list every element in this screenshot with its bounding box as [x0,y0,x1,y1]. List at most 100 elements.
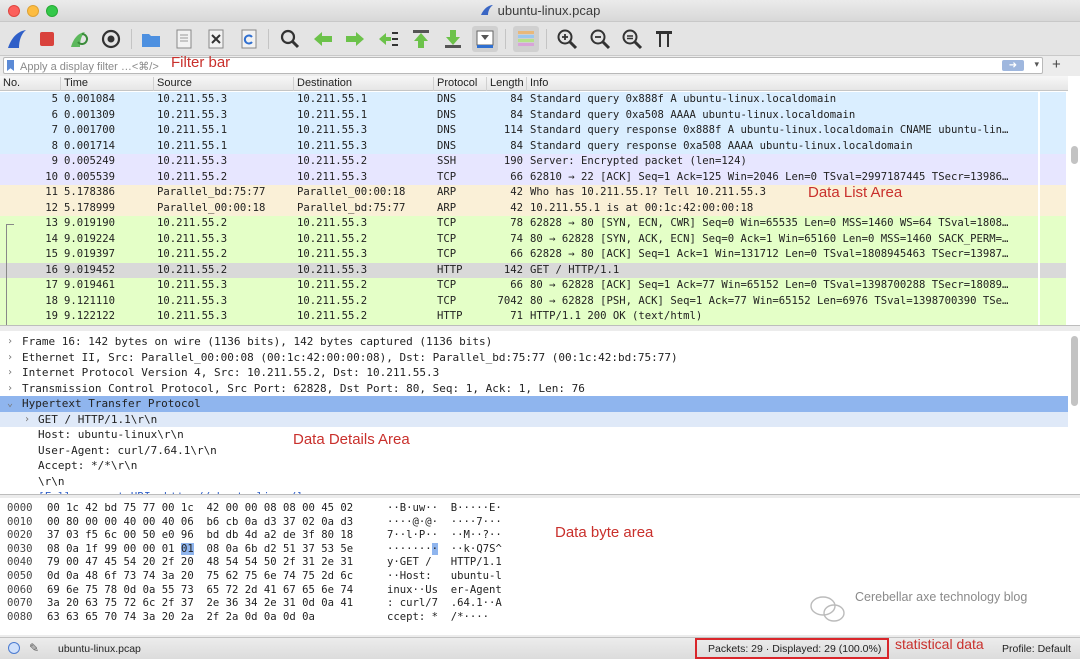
packet-cell-time: 5.178386 [64,186,116,198]
resize-columns-icon[interactable] [651,26,677,52]
chevron-down-icon[interactable]: ⌄ [7,396,13,412]
go-forward-icon[interactable] [342,26,368,52]
packet-row[interactable]: 14 9.019224 10.211.55.3 10.211.55.2 TCP 74 80 … [0,231,1038,247]
packet-cell-dst: 10.211.55.1 [297,108,368,121]
zoom-in-icon[interactable] [554,26,580,52]
packet-row[interactable]: 6 0.001309 10.211.55.3 10.211.55.1 DNS 84 Stan… [0,107,1038,123]
reload-icon[interactable] [236,26,262,52]
go-back-icon[interactable] [310,26,336,52]
packet-row[interactable]: 17 9.019461 10.211.55.3 10.211.55.2 TCP 66 80 … [0,278,1038,294]
details-tree-item[interactable]: › GET / HTTP/1.1\r\n [0,411,1068,428]
byte-hex: 63 63 65 70 74 3a 20 2a 2f 2a 0d 0a 0d 0… [47,610,315,623]
restart-capture-icon[interactable] [66,26,92,52]
apply-filter-arrow-icon[interactable]: ➜ [1002,60,1024,71]
chevron-right-icon[interactable]: › [7,350,13,366]
details-tree-item[interactable]: \r\n [0,474,1068,490]
chevron-right-icon[interactable]: › [7,334,13,350]
packet-cell-len: 114 [503,124,523,136]
packet-list[interactable]: No. Time Source Destination Protocol Len… [0,76,1080,326]
open-folder-icon[interactable] [138,26,164,52]
details-tree-text: GET / HTTP/1.1\r\n [38,412,158,426]
packet-cell-proto: ARP [437,186,457,198]
packet-bytes-pane[interactable]: 0000 00 1c 42 bd 75 77 00 1c 42 00 00 08 … [0,498,1080,635]
packet-row[interactable]: 12 5.178999 Parallel_00:00:18 Parallel_bd:7… [0,200,1038,216]
packet-row[interactable]: 15 9.019397 10.211.55.2 10.211.55.3 TCP 66 628… [0,247,1038,263]
details-scrollbar[interactable] [1071,336,1078,406]
save-file-icon[interactable] [171,26,197,52]
packet-row[interactable]: 10 0.005539 10.211.55.2 10.211.55.3 TCP 66 628… [0,169,1038,185]
byte-row[interactable]: 0020 37 03 f5 6c 00 50 e0 96 bd db 4d a2 … [0,529,560,543]
packet-cell-src: 10.211.55.2 [157,325,293,326]
capture-comment-icon[interactable]: ✎ [29,641,39,655]
find-icon[interactable] [277,26,303,52]
status-profile[interactable]: Profile: Default [1002,643,1071,655]
details-tree-text: Internet Protocol Version 4, Src: 10.211… [22,366,440,379]
last-packet-icon[interactable] [440,26,466,52]
display-filter-input[interactable]: Apply a display filter …<⌘/> ➜ ▾ [3,57,1043,74]
column-header-no[interactable]: No. [0,77,20,91]
annotation-data-list-area: Data List Area [808,184,903,201]
stop-capture-icon[interactable] [34,26,60,52]
byte-row[interactable]: 0000 00 1c 42 bd 75 77 00 1c 42 00 00 08 … [0,502,560,516]
packet-row[interactable]: 13 9.019190 10.211.55.2 10.211.55.3 TCP 78 628… [0,216,1038,232]
status-file-name: ubuntu-linux.pcap [58,643,141,655]
chevron-right-icon[interactable]: › [7,381,13,397]
zoom-out-icon[interactable] [587,26,613,52]
chevron-right-icon[interactable]: › [24,412,30,428]
column-header-time[interactable]: Time [60,77,88,91]
byte-row[interactable]: 0070 3a 20 63 75 72 6c 2f 37 2e 36 34 2e … [0,597,560,611]
packet-row[interactable]: 9 0.005249 10.211.55.3 10.211.55.2 SSH 190 Ser… [0,154,1038,170]
go-to-packet-icon[interactable] [375,26,401,52]
packet-cell-time: 9.122279 [64,325,154,326]
column-header-info[interactable]: Info [526,77,548,91]
chevron-down-icon[interactable]: ▾ [1034,59,1039,70]
chevron-right-icon[interactable]: › [7,365,13,381]
wireshark-fin-icon[interactable] [4,26,30,52]
details-tree-item[interactable]: › Transmission Control Protocol, Src Port… [0,381,1068,397]
close-file-icon[interactable] [203,26,229,52]
packet-cell-dst: 10.211.55.2 [297,232,368,245]
packet-cell-len: 84 [510,139,523,152]
packet-row[interactable]: 16 9.019452 10.211.55.2 10.211.55.3 HTTP 142 G… [0,262,1038,278]
packet-cell-info: HTTP/1.1 200 OK (text/html) [530,310,703,322]
column-header-source[interactable]: Source [153,77,192,91]
packet-cell-proto: TCP [437,279,457,291]
packet-row[interactable]: 7 0.001700 10.211.55.1 10.211.55.3 DNS 114 Sta… [0,123,1038,139]
bookmark-icon[interactable] [7,60,14,71]
column-header-length[interactable]: Length [486,77,524,91]
column-header-protocol[interactable]: Protocol [433,77,477,91]
packet-cell-len: 42 [510,201,523,214]
colorize-icon[interactable] [513,26,539,52]
details-tree-item[interactable]: › Frame 16: 142 bytes on wire (1136 bits)… [0,334,1068,350]
details-tree-item[interactable]: Accept: */*\r\n [0,458,1068,474]
packet-row[interactable]: 19 9.122122 10.211.55.3 10.211.55.2 HTTP 71 HT… [0,309,1038,325]
packet-cell-time: 0.001700 [64,124,116,136]
byte-ascii: ccept: * /*···· [387,610,490,623]
byte-row[interactable]: 0050 0d 0a 48 6f 73 74 3a 20 75 62 75 6e … [0,570,560,584]
byte-row[interactable]: 0080 63 63 65 70 74 3a 20 2a 2f 2a 0d 0a … [0,611,560,625]
details-tree-item[interactable]: [Full request URI: http://ubuntu-linux/] [0,489,1068,494]
expert-info-icon[interactable] [8,642,20,654]
first-packet-icon[interactable] [408,26,434,52]
packet-row[interactable]: 8 0.001714 10.211.55.1 10.211.55.3 DNS 84 Stan… [0,138,1038,154]
details-tree-item[interactable]: › Internet Protocol Version 4, Src: 10.21… [0,365,1068,381]
byte-row[interactable]: 0040 79 00 47 45 54 20 2f 20 48 54 54 50 … [0,556,560,570]
packet-details-tree[interactable]: › Frame 16: 142 bytes on wire (1136 bits)… [0,331,1080,495]
details-tree-item[interactable]: User-Agent: curl/7.64.1\r\n [0,443,1068,459]
packet-list-scrollbar[interactable] [1071,146,1078,164]
column-header-destination[interactable]: Destination [293,77,352,91]
autoscroll-icon[interactable] [472,26,498,52]
details-tree-item[interactable]: ⌄ Hypertext Transfer Protocol [0,396,1068,412]
packet-row[interactable]: 5 0.001084 10.211.55.3 10.211.55.1 DNS 84 Stan… [0,92,1038,108]
capture-options-icon[interactable] [98,26,124,52]
details-tree-item[interactable]: › Ethernet II, Src: Parallel_00:00:08 (00… [0,350,1068,366]
add-filter-button-icon[interactable]: + [1052,56,1061,73]
packet-row[interactable]: 209.12227910.211.55.210.211.55.3TCP66628… [0,324,1038,326]
details-tree-item[interactable]: Host: ubuntu-linux\r\n [0,427,1068,443]
byte-row[interactable]: 0060 69 6e 75 78 0d 0a 55 73 65 72 2d 41 … [0,584,560,598]
filter-bar: Apply a display filter …<⌘/> ➜ ▾ + [0,56,1080,76]
packet-row[interactable]: 18 9.121110 10.211.55.3 10.211.55.2 TCP 7042 8… [0,293,1038,309]
byte-row[interactable]: 0030 08 0a 1f 99 00 00 01 01 08 0a 6b d2 … [0,542,560,557]
byte-row[interactable]: 0010 00 80 00 00 40 00 40 06 b6 cb 0a d3 … [0,516,560,530]
zoom-normal-icon[interactable] [619,26,645,52]
